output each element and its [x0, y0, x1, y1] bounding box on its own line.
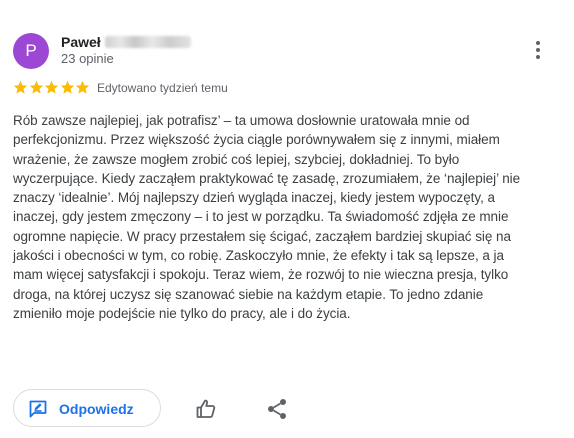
- reply-icon: [28, 399, 48, 419]
- avatar-initial: P: [25, 41, 37, 60]
- review-text: Rób zawsze najlepiej, jak potrafisz’ – t…: [13, 113, 521, 321]
- share-icon: [265, 399, 289, 425]
- share-button[interactable]: [265, 397, 289, 421]
- edited-label: Edytowano tydzień temu: [97, 81, 228, 95]
- thumb-up-icon: [194, 399, 218, 425]
- star-icon: [75, 80, 90, 95]
- like-button[interactable]: [194, 397, 218, 421]
- author-name[interactable]: Paweł: [61, 34, 191, 51]
- more-options-button[interactable]: [526, 38, 550, 62]
- avatar[interactable]: P: [13, 33, 49, 69]
- review-count: 23 opinie: [61, 51, 114, 66]
- star-icon: [13, 80, 28, 95]
- star-icon: [60, 80, 75, 95]
- star-icon: [29, 80, 44, 95]
- blurred-surname: [104, 36, 191, 48]
- star-rating: [13, 80, 91, 96]
- reply-button[interactable]: Odpowiedz: [13, 389, 161, 427]
- reply-label: Odpowiedz: [59, 401, 134, 417]
- author-first-name: Paweł: [61, 34, 101, 50]
- star-icon: [44, 80, 59, 95]
